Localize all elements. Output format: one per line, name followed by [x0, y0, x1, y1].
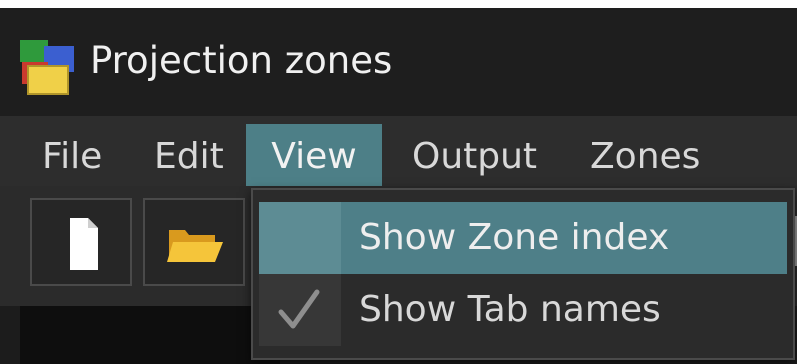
- application-window: Projection zones File Edit View Output Z…: [0, 8, 797, 364]
- menu-view[interactable]: View: [246, 124, 382, 190]
- menu-item-show-zone-index[interactable]: Show Zone index: [259, 202, 787, 274]
- menu-file[interactable]: File: [30, 124, 114, 190]
- window-title: Projection zones: [90, 39, 393, 82]
- menu-zones[interactable]: Zones: [578, 124, 712, 190]
- app-icon: [18, 36, 78, 98]
- check-column: [259, 202, 341, 274]
- title-bar: Projection zones: [0, 8, 797, 116]
- check-column: [259, 274, 341, 346]
- checkmark-icon: [259, 289, 341, 350]
- open-folder-button[interactable]: [143, 198, 245, 286]
- menu-edit[interactable]: Edit: [142, 124, 236, 190]
- menu-item-label: Show Zone index: [359, 217, 670, 258]
- content-panel: [20, 306, 280, 364]
- menu-bar: File Edit View Output Zones: [0, 116, 797, 190]
- menu-item-show-tab-names[interactable]: Show Tab names: [259, 274, 787, 346]
- menu-output[interactable]: Output: [400, 124, 549, 190]
- view-menu-dropdown: Show Zone index Show Tab names: [251, 188, 795, 360]
- new-file-button[interactable]: [30, 198, 132, 286]
- menu-item-label: Show Tab names: [359, 289, 661, 330]
